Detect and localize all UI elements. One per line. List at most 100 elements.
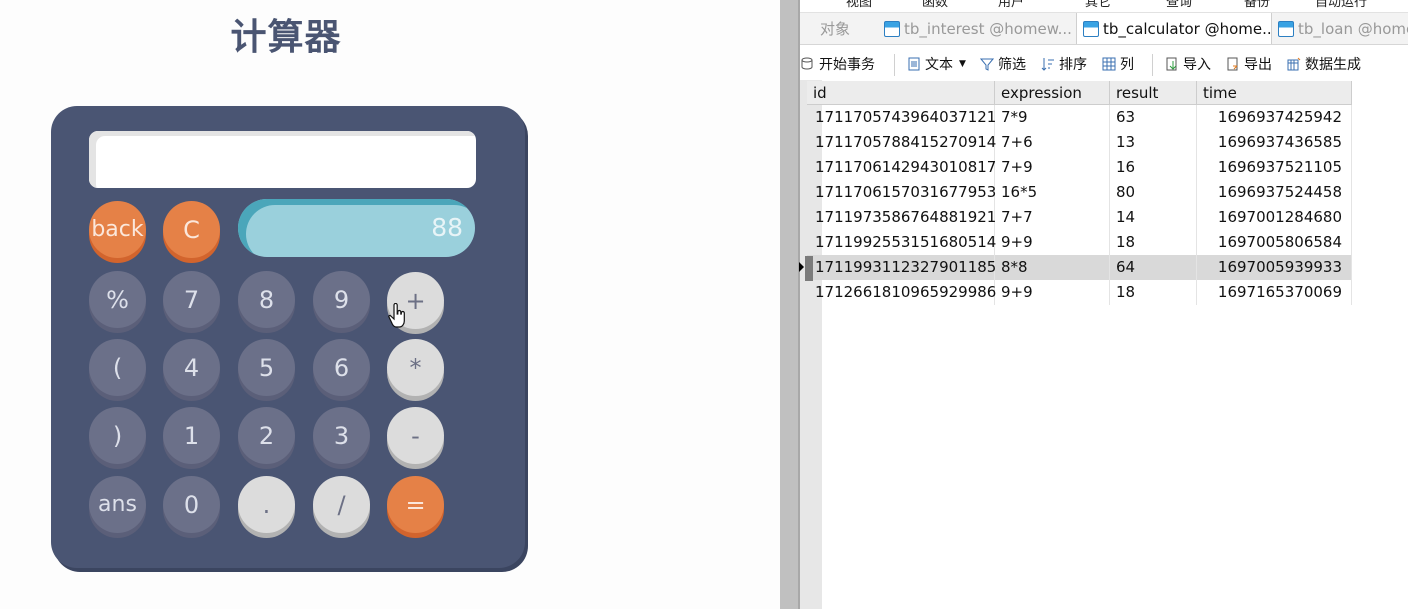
column-header-id[interactable]: id bbox=[807, 81, 995, 105]
cell-result[interactable]: 14 bbox=[1110, 205, 1197, 230]
menu-item-user[interactable]: 用户 bbox=[998, 0, 1024, 10]
clear-button[interactable]: C bbox=[163, 201, 220, 258]
cell-id[interactable]: 1711706157031677953 bbox=[807, 180, 996, 205]
digit-6-button[interactable]: 6 bbox=[313, 339, 370, 396]
cell-time[interactable]: 1696937425942 bbox=[1197, 105, 1352, 130]
cell-time[interactable]: 1696937524458 bbox=[1197, 180, 1352, 205]
cell-expression[interactable]: 9+9 bbox=[995, 280, 1110, 305]
row-pointer-icon bbox=[799, 262, 804, 272]
table-row[interactable]: 1711992553151680514 9+9 18 1697005806584 bbox=[807, 230, 1352, 255]
decimal-button[interactable]: . bbox=[238, 476, 295, 533]
cell-result[interactable]: 64 bbox=[1110, 255, 1197, 280]
cell-id[interactable]: 1712661810965929986 bbox=[807, 280, 996, 305]
left-paren-button[interactable]: ( bbox=[89, 339, 146, 396]
cell-result[interactable]: 16 bbox=[1110, 155, 1197, 180]
digit-0-button[interactable]: 0 bbox=[163, 476, 220, 533]
cell-id[interactable]: 1711993112327901185 bbox=[807, 255, 996, 280]
cell-id[interactable]: 1711706142943010817 bbox=[807, 155, 996, 180]
table-icon bbox=[1278, 20, 1294, 37]
cell-time[interactable]: 1696937436585 bbox=[1197, 130, 1352, 155]
begin-transaction-button[interactable]: 开始事务 bbox=[801, 46, 875, 82]
menu-item-view[interactable]: 视图 bbox=[846, 0, 872, 10]
digit-5-button[interactable]: 5 bbox=[238, 339, 295, 396]
multiply-button[interactable]: * bbox=[387, 339, 444, 396]
divide-button[interactable]: / bbox=[313, 476, 370, 533]
column-header-time[interactable]: time bbox=[1197, 81, 1352, 105]
cell-expression[interactable]: 7+6 bbox=[995, 130, 1110, 155]
tab-objects[interactable]: 对象 bbox=[814, 13, 878, 44]
minus-button[interactable]: - bbox=[387, 407, 444, 464]
sort-button[interactable]: 排序 bbox=[1041, 46, 1087, 82]
table-row[interactable]: 1711705788415270914 7+6 13 1696937436585 bbox=[807, 130, 1352, 155]
cell-result[interactable]: 18 bbox=[1110, 280, 1197, 305]
table-row[interactable]: 1712661810965929986 9+9 18 1697165370069 bbox=[807, 280, 1352, 305]
export-button[interactable]: 导出 bbox=[1226, 46, 1272, 82]
grid-icon bbox=[1102, 57, 1116, 71]
cell-result[interactable]: 18 bbox=[1110, 230, 1197, 255]
menu-item-backup[interactable]: 备份 bbox=[1244, 0, 1270, 10]
menu-item-automation[interactable]: 自动运行 bbox=[1315, 0, 1367, 10]
menu-item-other[interactable]: 其它 bbox=[1085, 0, 1111, 10]
cell-expression[interactable]: 7+9 bbox=[995, 155, 1110, 180]
table-row[interactable]: 1711705743964037121 7*9 63 1696937425942 bbox=[807, 105, 1352, 130]
table-row[interactable]: 1711706157031677953 16*5 80 1696937524458 bbox=[807, 180, 1352, 205]
cell-time[interactable]: 1697165370069 bbox=[1197, 280, 1352, 305]
cell-time[interactable]: 1697005939933 bbox=[1197, 255, 1352, 280]
cell-result[interactable]: 63 bbox=[1110, 105, 1197, 130]
export-icon bbox=[1227, 57, 1238, 71]
cell-id[interactable]: 1711705743964037121 bbox=[807, 105, 996, 130]
tab-bar: 对象 tb_interest @homew... tb_calculator @… bbox=[800, 13, 1408, 45]
cell-expression[interactable]: 9+9 bbox=[995, 230, 1110, 255]
calculator-title: 计算器 bbox=[230, 17, 342, 58]
tab-label: tb_loan @home bbox=[1298, 19, 1408, 38]
cell-expression[interactable]: 7*9 bbox=[995, 105, 1110, 130]
tab-label: tb_interest @homew... bbox=[904, 19, 1072, 38]
digit-8-button[interactable]: 8 bbox=[238, 271, 295, 328]
cell-time[interactable]: 1696937521105 bbox=[1197, 155, 1352, 180]
menu-item-function[interactable]: 函数 bbox=[922, 0, 948, 10]
column-header-expression[interactable]: expression bbox=[995, 81, 1110, 105]
ans-button[interactable]: ans bbox=[89, 476, 146, 533]
column-header-result[interactable]: result bbox=[1110, 81, 1197, 105]
tab-tb-interest[interactable]: tb_interest @homew... bbox=[878, 13, 1076, 44]
cell-id[interactable]: 1711973586764881921 bbox=[807, 205, 996, 230]
cell-id[interactable]: 1711992553151680514 bbox=[807, 230, 996, 255]
filter-button[interactable]: 筛选 bbox=[980, 46, 1026, 82]
digit-3-button[interactable]: 3 bbox=[313, 407, 370, 464]
expression-display[interactable] bbox=[89, 131, 476, 188]
cell-result[interactable]: 80 bbox=[1110, 180, 1197, 205]
digit-9-button[interactable]: 9 bbox=[313, 271, 370, 328]
digit-1-button[interactable]: 1 bbox=[163, 407, 220, 464]
cell-expression[interactable]: 8*8 bbox=[995, 255, 1110, 280]
import-button[interactable]: 导入 bbox=[1165, 46, 1211, 82]
cell-id[interactable]: 1711705788415270914 bbox=[807, 130, 996, 155]
equals-button[interactable]: = bbox=[387, 476, 444, 533]
cell-time[interactable]: 1697001284680 bbox=[1197, 205, 1352, 230]
tab-tb-loan[interactable]: tb_loan @home bbox=[1272, 13, 1408, 44]
percent-button[interactable]: % bbox=[89, 271, 146, 328]
menu-item-query[interactable]: 查询 bbox=[1166, 0, 1192, 10]
data-generation-icon bbox=[1287, 57, 1301, 71]
table-row[interactable]: 1711993112327901185 8*8 64 1697005939933 bbox=[807, 255, 1352, 280]
cell-time[interactable]: 1697005806584 bbox=[1197, 230, 1352, 255]
table-row[interactable]: 1711706142943010817 7+9 16 1696937521105 bbox=[807, 155, 1352, 180]
cell-expression[interactable]: 16*5 bbox=[995, 180, 1110, 205]
window-gutter bbox=[780, 0, 798, 609]
toolbar: 开始事务 文本 ▼ 筛选 排序 列 导入 导出 数据生成 bbox=[800, 46, 1408, 82]
cell-expression[interactable]: 7+7 bbox=[995, 205, 1110, 230]
back-button[interactable]: back bbox=[89, 201, 146, 258]
digit-4-button[interactable]: 4 bbox=[163, 339, 220, 396]
digit-7-button[interactable]: 7 bbox=[163, 271, 220, 328]
right-paren-button[interactable]: ) bbox=[89, 407, 146, 464]
import-icon bbox=[1166, 57, 1177, 71]
calculator-page: 计算器 88 back C % 7 8 9 + ( 4 5 6 * ) 1 2 … bbox=[0, 0, 780, 609]
tab-tb-calculator[interactable]: tb_calculator @home... bbox=[1076, 13, 1272, 44]
data-generation-button[interactable]: 数据生成 bbox=[1287, 46, 1361, 82]
cell-result[interactable]: 13 bbox=[1110, 130, 1197, 155]
digit-2-button[interactable]: 2 bbox=[238, 407, 295, 464]
columns-button[interactable]: 列 bbox=[1102, 46, 1134, 82]
table-row[interactable]: 1711973586764881921 7+7 14 1697001284680 bbox=[807, 205, 1352, 230]
table-icon bbox=[1083, 20, 1099, 37]
document-icon bbox=[908, 57, 920, 71]
text-view-dropdown[interactable]: 文本 ▼ bbox=[907, 46, 966, 82]
